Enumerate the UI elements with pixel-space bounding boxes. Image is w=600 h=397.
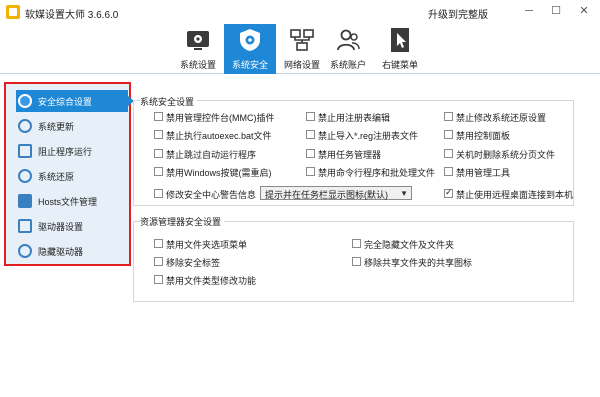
network-icon bbox=[290, 29, 314, 51]
checkbox-label: 禁止使用远程桌面连接到本机 bbox=[456, 190, 574, 200]
update-icon bbox=[18, 119, 32, 133]
security-center-warning-select[interactable]: 提示并在任务栏显示图标(默认) ▼ bbox=[260, 186, 412, 200]
checkbox-box[interactable] bbox=[154, 257, 163, 266]
sidebar-item-label: 阻止程序运行 bbox=[38, 147, 93, 157]
sidebar-item-label: 安全综合设置 bbox=[38, 97, 93, 107]
shield-gear-icon bbox=[240, 29, 260, 51]
sidebar-item-block-programs[interactable]: 阻止程序运行 bbox=[16, 140, 126, 162]
sidebar-item-system-update[interactable]: 系统更新 bbox=[16, 115, 126, 137]
minimize-button[interactable]: ─ bbox=[520, 3, 538, 19]
sidebar-item-hide-drives[interactable]: 隐藏驱动器 bbox=[16, 240, 126, 262]
sidebar-item-hosts[interactable]: Hosts文件管理 bbox=[16, 190, 126, 212]
tab-label: 系统设置 bbox=[179, 60, 216, 70]
hosts-file-icon bbox=[18, 194, 32, 208]
checkbox-label: 禁用管理工具 bbox=[456, 168, 511, 178]
sidebar: 安全综合设置 系统更新 阻止程序运行 系统还原 Hosts文件管理 驱动器设置 … bbox=[4, 82, 134, 266]
cursor-menu-icon bbox=[391, 28, 409, 52]
checkbox-box[interactable] bbox=[154, 112, 163, 121]
system-settings-icon bbox=[187, 31, 209, 50]
checkbox-label: 禁用Windows按键(需重启) bbox=[166, 168, 272, 178]
chevron-down-icon: ▼ bbox=[400, 189, 408, 198]
checkbox-box[interactable] bbox=[352, 257, 361, 266]
sidebar-item-label: 驱动器设置 bbox=[38, 222, 84, 232]
tab-network-settings[interactable]: 网络设置 bbox=[276, 24, 328, 74]
checkbox-box[interactable] bbox=[352, 239, 361, 248]
window-title: 软媒设置大师 3.6.6.0 bbox=[25, 10, 119, 21]
checkbox-label: 禁用文件夹选项菜单 bbox=[166, 240, 248, 250]
checkbox-label: 移除共享文件夹的共享图标 bbox=[364, 258, 473, 268]
checkbox-box[interactable] bbox=[306, 149, 315, 158]
block-icon bbox=[18, 144, 32, 158]
checkbox-box[interactable] bbox=[444, 130, 453, 139]
tab-system-security[interactable]: 系统安全 bbox=[224, 24, 276, 74]
checkbox-label: 禁用命令行程序和批处理文件 bbox=[318, 168, 436, 178]
sidebar-item-label: 系统还原 bbox=[38, 172, 75, 182]
restore-icon bbox=[18, 169, 32, 183]
title-bar: 软媒设置大师 3.6.6.0 升级到完整版 ─ ☐ ✕ bbox=[0, 0, 600, 24]
tab-context-menu[interactable]: 右键菜单 bbox=[374, 24, 426, 74]
sidebar-item-label: 系统更新 bbox=[38, 122, 75, 132]
checkbox-box[interactable] bbox=[154, 167, 163, 176]
tab-label: 右键菜单 bbox=[381, 60, 418, 70]
sidebar-item-label: 隐藏驱动器 bbox=[38, 247, 84, 257]
app-window: 软媒设置大师 3.6.6.0 升级到完整版 ─ ☐ ✕ 系统设置 系统安全 网络… bbox=[0, 0, 600, 397]
checkbox-box[interactable] bbox=[154, 149, 163, 158]
checkbox-label: 禁止导入*.reg注册表文件 bbox=[318, 131, 419, 141]
checkbox-label: 移除安全标签 bbox=[166, 258, 221, 268]
sidebar-item-drive-settings[interactable]: 驱动器设置 bbox=[16, 215, 126, 237]
checkbox-box[interactable] bbox=[306, 167, 315, 176]
drive-settings-icon bbox=[18, 219, 32, 233]
checkbox-box[interactable] bbox=[444, 187, 453, 198]
group-title: 系统安全设置 bbox=[140, 95, 198, 108]
checkbox-label: 禁用管理控件台(MMC)插件 bbox=[166, 113, 275, 123]
sidebar-item-system-restore[interactable]: 系统还原 bbox=[16, 165, 126, 187]
main-toolbar: 系统设置 系统安全 网络设置 系统账户 右键菜单 bbox=[0, 24, 600, 74]
checkbox-box[interactable] bbox=[444, 167, 453, 176]
checkbox-label: 完全隐藏文件及文件夹 bbox=[364, 240, 455, 250]
checkbox-box[interactable] bbox=[306, 112, 315, 121]
upgrade-link[interactable]: 升级到完整版 bbox=[428, 6, 488, 21]
checkbox-label: 禁用文件类型修改功能 bbox=[166, 276, 257, 286]
checkbox-label: 禁止跳过自动运行程序 bbox=[166, 150, 257, 160]
checkbox-box[interactable] bbox=[154, 239, 163, 248]
checkbox-box[interactable] bbox=[154, 275, 163, 284]
checkbox-box[interactable] bbox=[154, 189, 163, 198]
close-button[interactable]: ✕ bbox=[575, 3, 593, 19]
checkbox-label: 禁止用注册表编辑 bbox=[318, 113, 391, 123]
hidden-drive-icon bbox=[18, 244, 32, 258]
sidebar-item-label: Hosts文件管理 bbox=[38, 197, 98, 207]
users-icon bbox=[337, 29, 360, 51]
shield-icon bbox=[18, 94, 32, 108]
checkbox-label: 禁止执行autoexec.bat文件 bbox=[166, 131, 272, 141]
sidebar-item-security-overview[interactable]: 安全综合设置 bbox=[16, 90, 134, 112]
checkbox-label: 禁止修改系统还原设置 bbox=[456, 113, 547, 123]
group-title: 资源管理器安全设置 bbox=[140, 215, 225, 228]
checkbox-label: 关机时删除系统分页文件 bbox=[456, 150, 556, 160]
tab-system-accounts[interactable]: 系统账户 bbox=[322, 24, 374, 74]
checkbox-box[interactable] bbox=[444, 112, 453, 121]
checkbox-label: 禁用任务管理器 bbox=[318, 150, 382, 160]
tab-system-settings[interactable]: 系统设置 bbox=[172, 24, 224, 74]
tab-label: 系统账户 bbox=[329, 60, 366, 70]
maximize-button[interactable]: ☐ bbox=[547, 3, 565, 19]
checkbox-box[interactable] bbox=[154, 130, 163, 139]
checkbox-label: 禁用控制面板 bbox=[456, 131, 511, 141]
checkbox-box[interactable] bbox=[306, 130, 315, 139]
checkbox-label: 修改安全中心警告信息 bbox=[166, 190, 257, 200]
tab-label: 系统安全 bbox=[231, 60, 268, 70]
app-logo-icon bbox=[6, 5, 20, 19]
checkbox-box[interactable] bbox=[444, 149, 453, 158]
tab-label: 网络设置 bbox=[283, 60, 320, 70]
select-value: 提示并在任务栏显示图标(默认) bbox=[265, 190, 388, 200]
